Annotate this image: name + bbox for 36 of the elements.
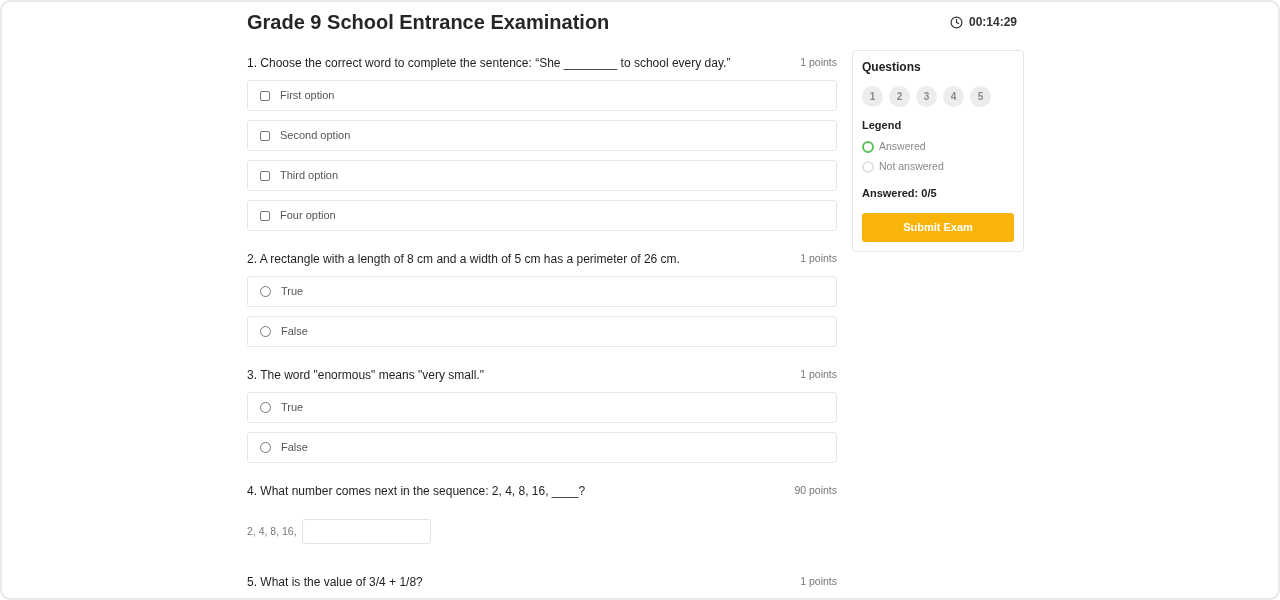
radio-button[interactable] [260,286,271,297]
timer: 00:14:29 [968,14,1017,31]
answer-option[interactable]: First option [247,80,837,111]
answer-option[interactable]: True [247,276,837,307]
answer-option[interactable]: False [247,316,837,347]
answer-option[interactable]: True [247,392,837,423]
question-text: 5. What is the value of 3/4 + 1/8? [247,574,423,591]
checkbox[interactable] [260,130,270,141]
points-label: 1 points [800,251,837,267]
exam-title: Grade 9 School Entrance Examination [247,10,610,35]
legend-label: Not answered [879,159,944,175]
answer-option[interactable]: Third option [247,160,837,191]
answer-option[interactable]: Second option [247,120,837,151]
points-label: 1 points [800,574,837,590]
checkbox[interactable] [260,170,270,181]
checkbox[interactable] [260,210,270,221]
sequence-prefix: 2, 4, 8, 16, [247,523,297,539]
question-text: 3. The word "enormous" means "very small." [247,367,484,384]
legend-title: Legend [862,118,903,132]
answer-option[interactable]: False [247,432,837,463]
radio-button[interactable] [260,402,271,413]
legend-label: Answered [879,139,926,155]
points-label: 90 points [794,483,837,499]
points-label: 1 points [800,367,837,383]
radio-button[interactable] [260,326,271,337]
clock-icon [949,15,963,29]
answered-count: Answered: 0/5 [862,186,938,200]
question-text: 2. A rectangle with a length of 8 cm and a width of 5 cm has a perimeter of 26 cm. [247,251,680,268]
answer-option[interactable]: Four option [247,200,837,231]
points-label: 1 points [800,55,837,71]
radio-button[interactable] [260,442,271,453]
question-text: 4. What number comes next in the sequence: 2, 4, 8, 16, ____? [247,483,586,500]
question-text: 1. Choose the correct word to complete the sentence: “She ________ to school every day.” [247,55,731,72]
panel-title: Questions [862,59,922,75]
checkbox[interactable] [260,90,270,101]
answer-field[interactable] [301,519,431,544]
